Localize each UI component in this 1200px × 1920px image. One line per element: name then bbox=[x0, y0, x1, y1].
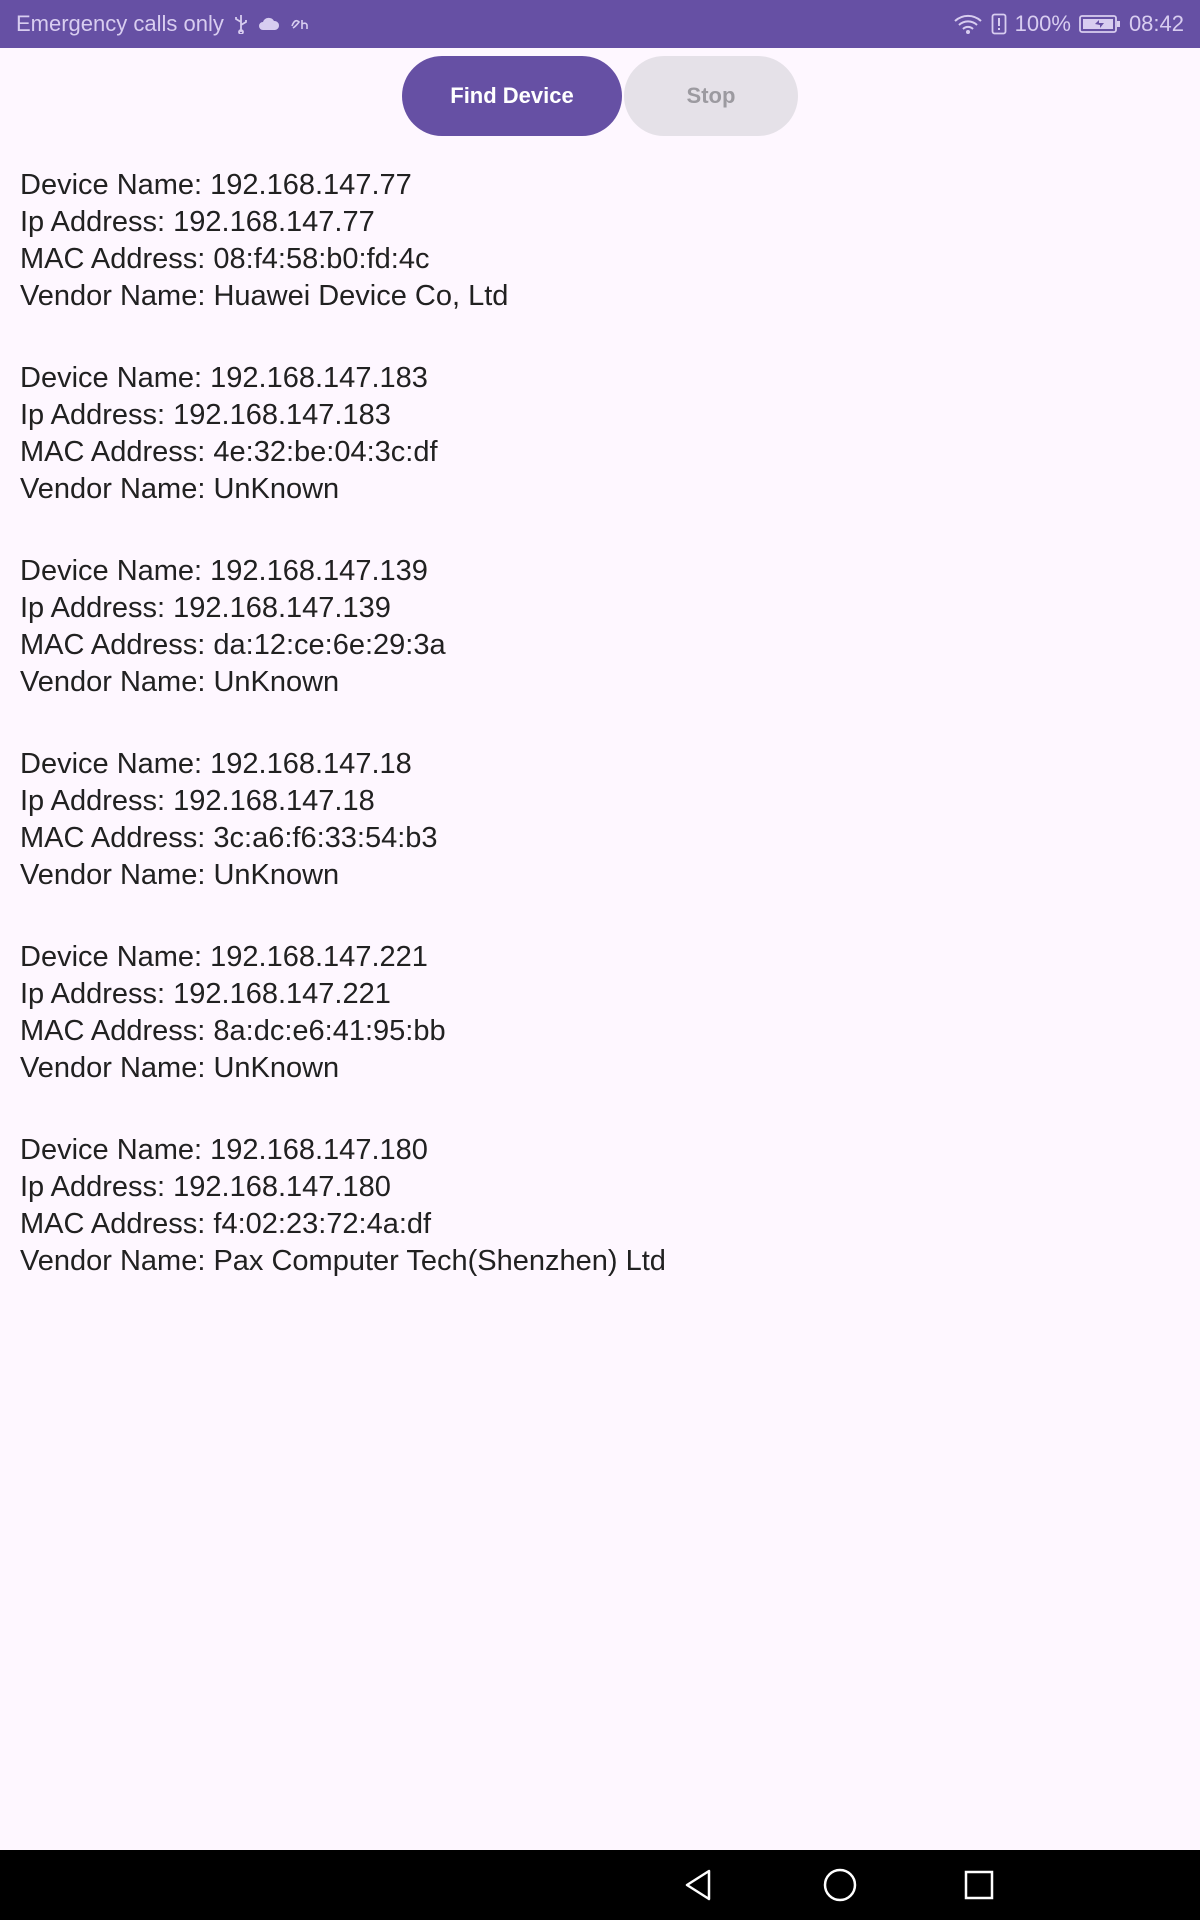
list-item: Device Name: 192.168.147.77 Ip Address: … bbox=[20, 167, 1180, 315]
vendor-name: Vendor Name: Huawei Device Co, Ltd bbox=[20, 280, 509, 312]
device-list: Device Name: 192.168.147.77 Ip Address: … bbox=[20, 167, 1180, 1325]
battery-percent: 100% bbox=[1014, 11, 1071, 36]
carrier-text: Emergency calls only bbox=[16, 11, 224, 36]
vendor-name: Vendor Name: UnKnown bbox=[20, 1052, 340, 1084]
navigation-bar bbox=[0, 1850, 1200, 1920]
device-name: Device Name: 192.168.147.139 bbox=[20, 555, 428, 587]
stop-button[interactable]: Stop bbox=[624, 56, 798, 136]
back-icon bbox=[685, 1869, 711, 1901]
ip-address: Ip Address: 192.168.147.183 bbox=[20, 399, 391, 431]
device-name: Device Name: 192.168.147.183 bbox=[20, 362, 428, 394]
vendor-name: Vendor Name: Pax Computer Tech(Shenzhen)… bbox=[20, 1245, 666, 1277]
recents-button[interactable] bbox=[944, 1850, 1014, 1920]
list-item: Device Name: 192.168.147.180 Ip Address:… bbox=[20, 1132, 1180, 1280]
find-device-button[interactable]: Find Device bbox=[402, 56, 622, 136]
mac-address: MAC Address: da:12:ce:6e:29:3a bbox=[20, 629, 446, 661]
device-name: Device Name: 192.168.147.180 bbox=[20, 1134, 428, 1166]
device-name: Device Name: 192.168.147.221 bbox=[20, 941, 428, 973]
mac-address: MAC Address: 8a:dc:e6:41:95:bb bbox=[20, 1015, 446, 1047]
wifi-icon bbox=[953, 13, 983, 35]
status-right: 100% 08:42 bbox=[953, 11, 1184, 37]
home-icon bbox=[823, 1868, 857, 1902]
mac-address: MAC Address: 08:f4:58:b0:fd:4c bbox=[20, 243, 430, 275]
list-item: Device Name: 192.168.147.139 Ip Address:… bbox=[20, 553, 1180, 701]
ip-address: Ip Address: 192.168.147.18 bbox=[20, 785, 375, 817]
list-item: Device Name: 192.168.147.183 Ip Address:… bbox=[20, 360, 1180, 508]
action-button-row: Find Device Stop bbox=[0, 56, 1200, 136]
vendor-name: Vendor Name: UnKnown bbox=[20, 473, 340, 505]
mac-address: MAC Address: 4e:32:be:04:3c:df bbox=[20, 436, 438, 468]
ip-address: Ip Address: 192.168.147.77 bbox=[20, 206, 375, 238]
list-item: Device Name: 192.168.147.18 Ip Address: … bbox=[20, 746, 1180, 894]
mac-address: MAC Address: f4:02:23:72:4a:df bbox=[20, 1208, 432, 1240]
alert-icon bbox=[991, 13, 1007, 35]
status-bar: Emergency calls only 100% 08:42 bbox=[0, 0, 1200, 48]
vendor-name: Vendor Name: UnKnown bbox=[20, 666, 340, 698]
mac-address: MAC Address: 3c:a6:f6:33:54:b3 bbox=[20, 822, 438, 854]
ip-address: Ip Address: 192.168.147.139 bbox=[20, 592, 391, 624]
usb-icon bbox=[234, 14, 248, 34]
list-item: Device Name: 192.168.147.221 Ip Address:… bbox=[20, 939, 1180, 1087]
device-name: Device Name: 192.168.147.77 bbox=[20, 169, 412, 201]
data-icon bbox=[290, 16, 314, 32]
battery-icon bbox=[1079, 14, 1121, 34]
recents-icon bbox=[964, 1870, 994, 1900]
home-button[interactable] bbox=[805, 1850, 875, 1920]
vendor-name: Vendor Name: UnKnown bbox=[20, 859, 340, 891]
device-name: Device Name: 192.168.147.18 bbox=[20, 748, 412, 780]
ip-address: Ip Address: 192.168.147.180 bbox=[20, 1171, 391, 1203]
clock: 08:42 bbox=[1128, 11, 1184, 36]
back-button[interactable] bbox=[664, 1850, 734, 1920]
cloud-icon bbox=[258, 16, 280, 32]
ip-address: Ip Address: 192.168.147.221 bbox=[20, 978, 391, 1010]
status-left: Emergency calls only bbox=[16, 11, 314, 37]
